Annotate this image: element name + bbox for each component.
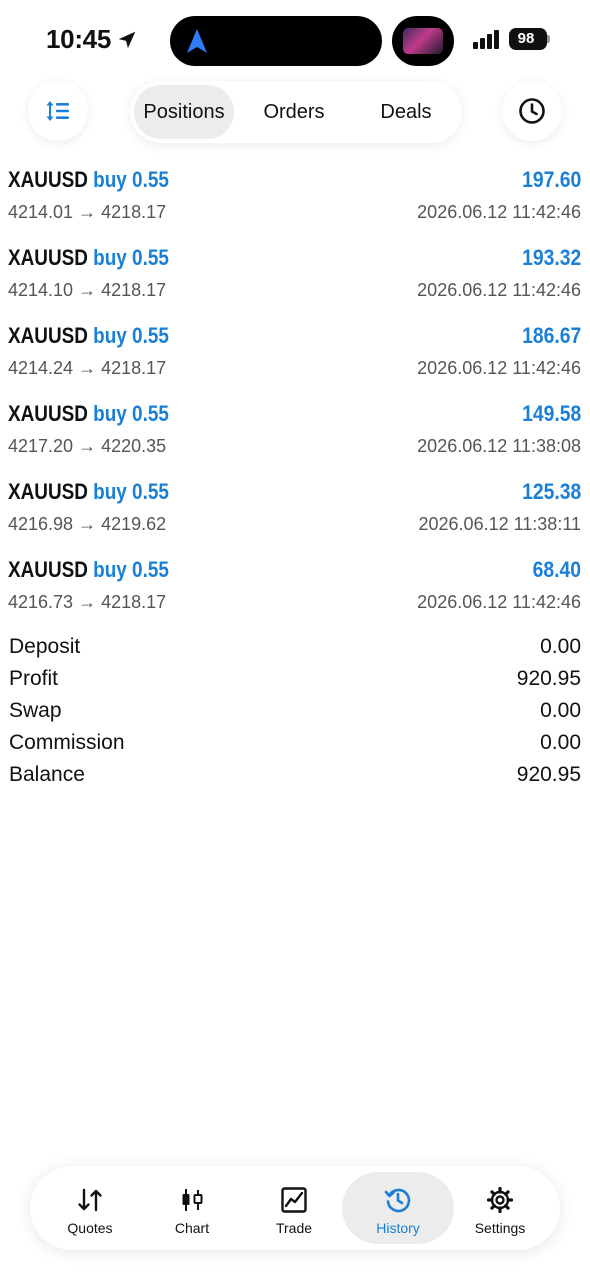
positions-list: XAUUSD buy 0.55 197.60 4214.01 → 4218.17… [0, 160, 590, 628]
battery-icon: 98 [509, 28, 547, 50]
position-row[interactable]: XAUUSD buy 0.55 193.32 4214.10 → 4218.17… [0, 238, 590, 316]
summary-value: 920.95 [516, 763, 581, 786]
position-time: 2026.06.12 11:38:11 [418, 514, 581, 534]
quotes-icon [78, 1188, 102, 1212]
position-time: 2026.06.12 11:38:08 [417, 436, 581, 456]
position-prices: 4216.73 → 4218.17 [8, 592, 167, 612]
position-prices: 4214.01 → 4218.17 [8, 202, 167, 222]
position-direction: buy 0.55 [93, 323, 169, 348]
summary-profit: Profit 920.95 [0, 664, 590, 696]
summary-label: Commission [9, 731, 125, 754]
position-row[interactable]: XAUUSD buy 0.55 186.67 4214.24 → 4218.17… [0, 316, 590, 394]
position-profit: 186.67 [521, 323, 581, 348]
summary-label: Balance [9, 763, 85, 786]
tab-orders[interactable]: Orders [244, 85, 344, 139]
position-symbol: XAUUSD buy 0.55 [8, 479, 169, 504]
position-row[interactable]: XAUUSD buy 0.55 197.60 4214.01 → 4218.17… [0, 160, 590, 238]
position-time: 2026.06.12 11:42:46 [417, 280, 581, 300]
tab-trade[interactable]: Trade [242, 1172, 346, 1244]
summary-value: 0.00 [540, 699, 581, 722]
position-prices: 4216.98 → 4219.62 [8, 514, 167, 534]
period-button[interactable] [502, 81, 562, 141]
position-prices: 4217.20 → 4220.35 [8, 436, 167, 456]
chart-candles-icon [182, 1189, 203, 1211]
position-profit: 197.60 [521, 167, 581, 192]
cellular-signal-icon [473, 29, 501, 49]
summary-commission: Commission 0.00 [0, 728, 590, 760]
tab-label: Chart [174, 1220, 210, 1236]
position-symbol: XAUUSD buy 0.55 [8, 323, 169, 348]
position-row[interactable]: XAUUSD buy 0.55 68.40 4216.73 → 4218.17 … [0, 550, 590, 628]
account-summary: Deposit 0.00 Profit 920.95 Swap 0.00 Com… [0, 632, 590, 792]
position-time: 2026.06.12 11:42:46 [417, 592, 581, 612]
tab-positions[interactable]: Positions [134, 85, 234, 139]
position-symbol: XAUUSD buy 0.55 [8, 401, 169, 426]
position-symbol: XAUUSD buy 0.55 [8, 245, 169, 270]
position-profit: 68.40 [532, 557, 581, 582]
now-playing-island[interactable] [392, 16, 454, 66]
status-bar: 10:45 98 [0, 0, 590, 80]
summary-value: 0.00 [540, 731, 581, 754]
sort-icon [46, 101, 69, 121]
tab-label: History [376, 1220, 420, 1236]
summary-value: 920.95 [516, 667, 581, 690]
position-profit: 149.58 [521, 401, 581, 426]
navigation-icon [187, 29, 207, 53]
bottom-tab-bar: Quotes Chart Trade History Settings [30, 1166, 560, 1250]
position-direction: buy 0.55 [93, 479, 169, 504]
summary-balance: Balance 920.95 [0, 760, 590, 792]
position-direction: buy 0.55 [93, 557, 169, 582]
tab-settings[interactable]: Settings [448, 1172, 552, 1244]
tab-chart[interactable]: Chart [140, 1172, 244, 1244]
position-prices: 4214.24 → 4218.17 [8, 358, 167, 378]
tab-label: Quotes [67, 1220, 113, 1236]
position-row[interactable]: XAUUSD buy 0.55 125.38 4216.98 → 4219.62… [0, 472, 590, 550]
now-playing-thumbnail [403, 28, 443, 54]
clock-icon [519, 98, 545, 124]
tab-label: Trade [275, 1220, 313, 1236]
summary-label: Profit [9, 667, 59, 690]
tab-history[interactable]: History [342, 1172, 454, 1244]
summary-deposit: Deposit 0.00 [0, 632, 590, 664]
trade-icon [281, 1187, 307, 1213]
sort-button[interactable] [28, 81, 88, 141]
position-symbol: XAUUSD buy 0.55 [8, 167, 169, 192]
dynamic-island [170, 16, 382, 66]
position-direction: buy 0.55 [93, 401, 169, 426]
summary-label: Swap [9, 699, 62, 722]
summary-label: Deposit [9, 635, 81, 658]
position-time: 2026.06.12 11:42:46 [417, 358, 581, 378]
position-profit: 193.32 [521, 245, 581, 270]
tab-quotes[interactable]: Quotes [38, 1172, 142, 1244]
battery-cap [547, 35, 550, 43]
tab-deals[interactable]: Deals [354, 85, 458, 139]
position-direction: buy 0.55 [93, 167, 169, 192]
position-row[interactable]: XAUUSD buy 0.55 149.58 4217.20 → 4220.35… [0, 394, 590, 472]
history-segmented-control: Positions Orders Deals [130, 81, 462, 143]
gear-icon [486, 1186, 514, 1214]
position-direction: buy 0.55 [93, 245, 169, 270]
summary-swap: Swap 0.00 [0, 696, 590, 728]
status-time: 10:45 [46, 24, 111, 54]
position-symbol: XAUUSD buy 0.55 [8, 557, 169, 582]
position-profit: 125.38 [521, 479, 581, 504]
position-time: 2026.06.12 11:42:46 [417, 202, 581, 222]
position-prices: 4214.10 → 4218.17 [8, 280, 167, 300]
history-icon [384, 1188, 411, 1213]
battery-level: 98 [517, 30, 535, 47]
location-arrow-icon [118, 31, 136, 49]
tab-label: Settings [474, 1220, 526, 1236]
summary-value: 0.00 [540, 635, 581, 658]
